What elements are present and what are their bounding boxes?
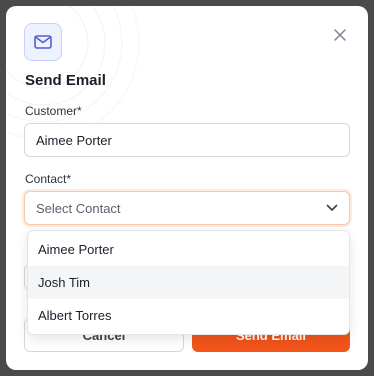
customer-value: Aimee Porter — [36, 132, 112, 148]
contact-placeholder: Select Contact — [36, 200, 121, 216]
contact-option[interactable]: Aimee Porter — [28, 233, 349, 266]
close-icon — [334, 29, 346, 41]
customer-field[interactable]: Aimee Porter — [24, 123, 350, 157]
contact-dropdown-menu: Aimee Porter Josh Tim Albert Torres — [27, 230, 350, 335]
chevron-down-icon — [326, 204, 338, 212]
contact-option[interactable]: Albert Torres — [28, 299, 349, 332]
customer-label: Customer* — [25, 104, 82, 118]
contact-label: Contact* — [25, 172, 72, 186]
mail-icon — [34, 35, 52, 49]
send-email-modal: Send Email Customer* Aimee Porter Contac… — [6, 6, 368, 370]
mail-icon-badge — [24, 23, 62, 61]
close-button[interactable] — [328, 23, 352, 47]
contact-select[interactable]: Select Contact — [24, 191, 350, 225]
modal-title: Send Email — [25, 72, 106, 89]
contact-option[interactable]: Josh Tim — [28, 266, 349, 299]
